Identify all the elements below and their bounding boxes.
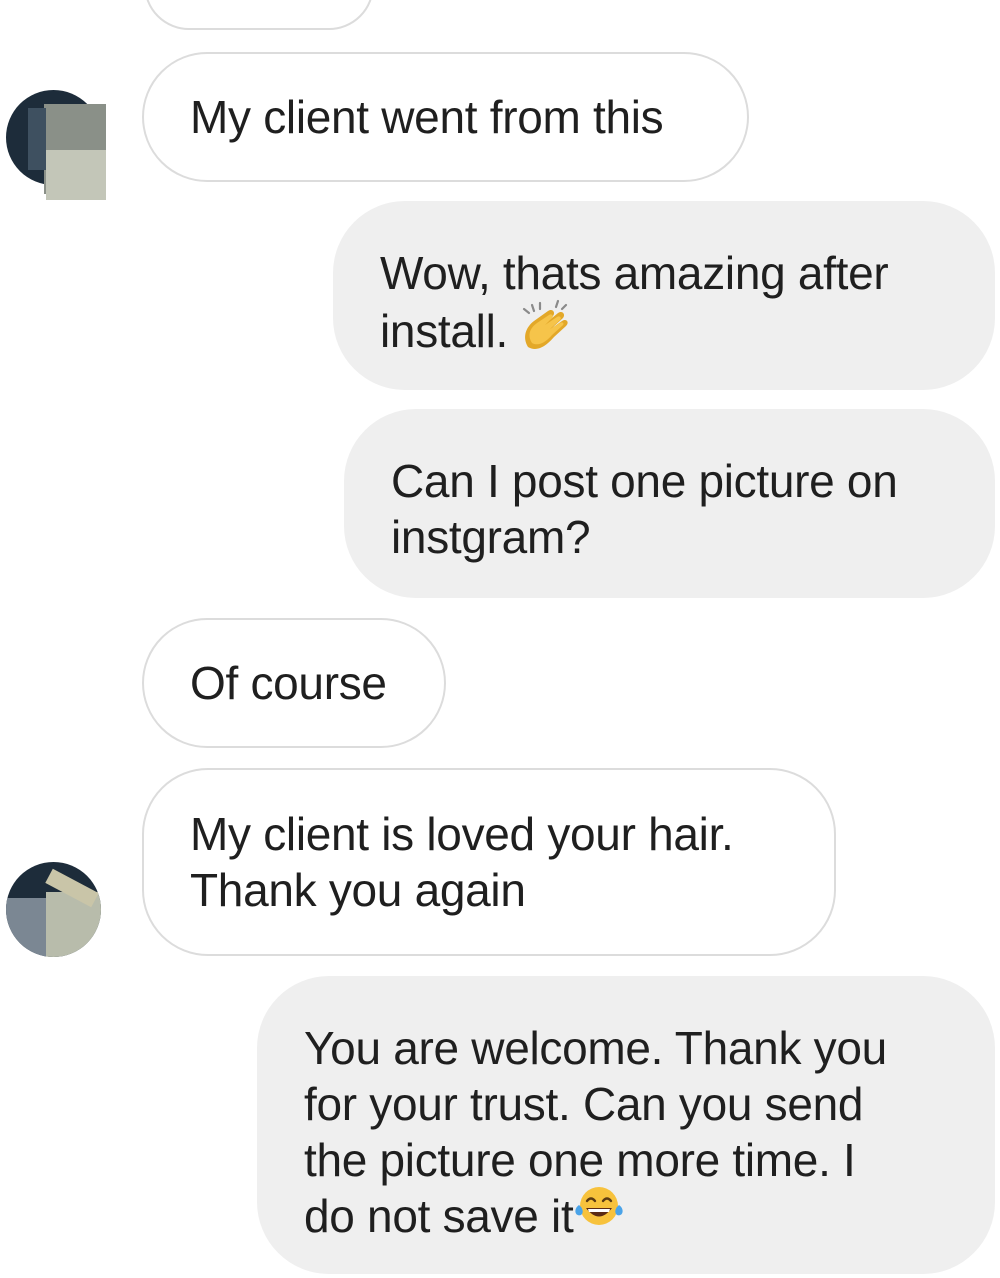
message-bubble-outgoing[interactable]: You are welcome. Thank you for your trus… [257, 976, 995, 1274]
clapping-hands-emoji-icon [518, 297, 574, 365]
message-bubble-outgoing[interactable]: Wow, thats amazing after install. [333, 201, 995, 390]
tears-of-joy-emoji-icon [573, 1183, 625, 1241]
message-bubble-incoming[interactable]: Of course [142, 618, 446, 748]
message-text: Can I post one picture on instgram? [391, 455, 898, 563]
message-text: My client went from this [190, 91, 664, 143]
message-bubble-incoming[interactable]: My client is loved your hair. Thank you … [142, 768, 836, 956]
message-text: My client is loved your hair. Thank you … [190, 808, 734, 916]
message-bubble-incoming-partial[interactable] [144, 0, 374, 30]
message-text: Wow, thats amazing after install. [380, 247, 889, 358]
contact-avatar[interactable] [6, 90, 106, 200]
message-bubble-outgoing[interactable]: Can I post one picture on instgram? [344, 409, 995, 598]
message-bubble-incoming[interactable]: My client went from this [142, 52, 749, 182]
contact-avatar[interactable] [6, 862, 101, 957]
message-text: Of course [190, 657, 387, 709]
